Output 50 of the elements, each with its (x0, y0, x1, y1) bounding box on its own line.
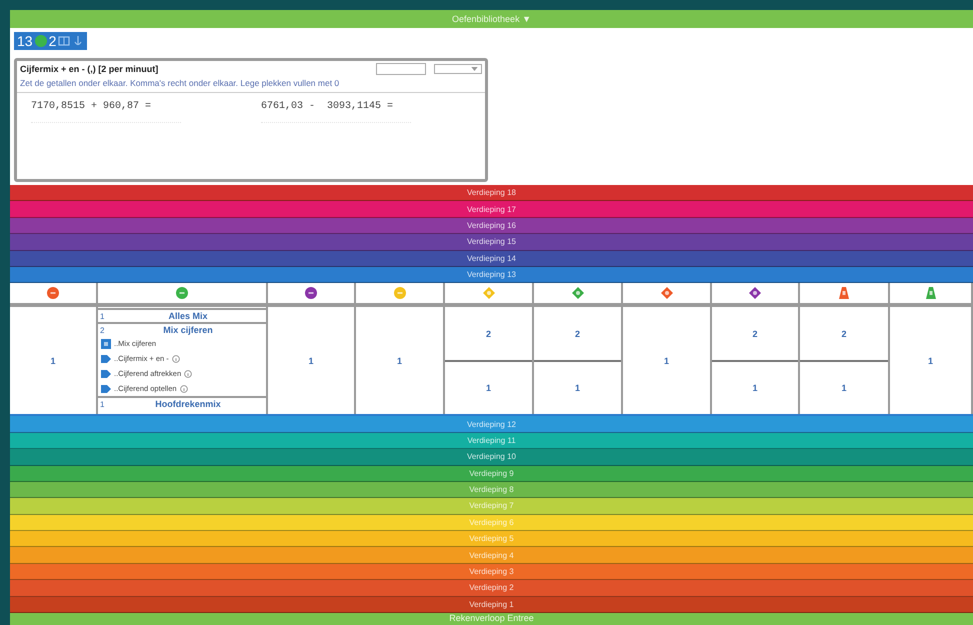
info-icon[interactable] (184, 370, 192, 378)
count-text[interactable]: 1 (841, 383, 846, 394)
floor-bar[interactable]: Verdieping 14 (10, 250, 973, 267)
sum-text: 7170,8515 + 960,87 = (31, 101, 152, 112)
floor-bar[interactable]: Verdieping 2 (10, 580, 973, 597)
count-text[interactable]: 2 (752, 328, 758, 339)
instruction-text: Zet de getallen onder elkaar. Komma's recht onder elkaar. Lege plekken vullen met 0 (17, 77, 485, 93)
count-text[interactable]: 1 (752, 383, 758, 394)
count-text[interactable]: 1 (486, 383, 491, 394)
tag-icon (101, 384, 111, 394)
circle-icon[interactable] (305, 287, 317, 300)
group-header[interactable]: 2 Mix cijferen (98, 322, 266, 336)
floor-number[interactable]: 13 (17, 33, 33, 49)
dropdown[interactable] (434, 64, 482, 74)
count-text[interactable]: 1 (664, 356, 669, 366)
floor-bar[interactable]: Verdieping 10 (10, 449, 973, 466)
bell-icon[interactable] (924, 287, 936, 300)
circle-icon (34, 35, 47, 47)
circle-icon[interactable] (47, 287, 59, 300)
diamond-icon[interactable] (749, 287, 761, 300)
caret-icon (471, 67, 478, 71)
floor-bar[interactable]: Verdieping 17 (10, 201, 973, 218)
grid-icon[interactable] (58, 35, 70, 47)
diamond-icon[interactable] (660, 287, 672, 300)
floor-bar[interactable]: Verdieping 18 (10, 185, 973, 202)
square-icon (101, 338, 111, 349)
info-icon[interactable] (180, 384, 188, 393)
group-header[interactable]: 1 Alles Mix (98, 308, 266, 322)
count-text[interactable]: 2 (486, 328, 491, 339)
floor-bar[interactable]: Verdieping 13 (10, 266, 973, 284)
count-text[interactable]: 1 (308, 356, 314, 366)
floor-bar[interactable]: Verdieping 1 (10, 596, 973, 614)
exercise-title: Cijfermix + en - (,) [2 per minuut] (20, 64, 160, 74)
floor-bar[interactable]: Verdieping 15 (10, 234, 973, 251)
count-text[interactable]: 1 (574, 383, 580, 394)
count-text[interactable]: 2 (841, 328, 846, 339)
count-text[interactable]: 1 (396, 356, 402, 366)
count-text[interactable]: 1 (50, 356, 56, 366)
diamond-icon[interactable] (572, 287, 584, 300)
count-text[interactable]: 2 (574, 328, 580, 339)
floor-bar[interactable]: Verdieping 16 (10, 218, 973, 234)
sum-text: 6761,03 - 3093,1145 = (261, 101, 394, 112)
count-text[interactable]: 1 (928, 356, 933, 366)
info-icon[interactable] (172, 354, 180, 363)
tag-icon (101, 354, 111, 364)
bell-icon[interactable] (838, 287, 850, 300)
tag-icon (101, 368, 111, 379)
level-number[interactable]: 2 (48, 33, 56, 49)
dropdown[interactable] (376, 63, 426, 75)
group-header[interactable]: 1 Hoofdrekenmix (98, 396, 266, 410)
